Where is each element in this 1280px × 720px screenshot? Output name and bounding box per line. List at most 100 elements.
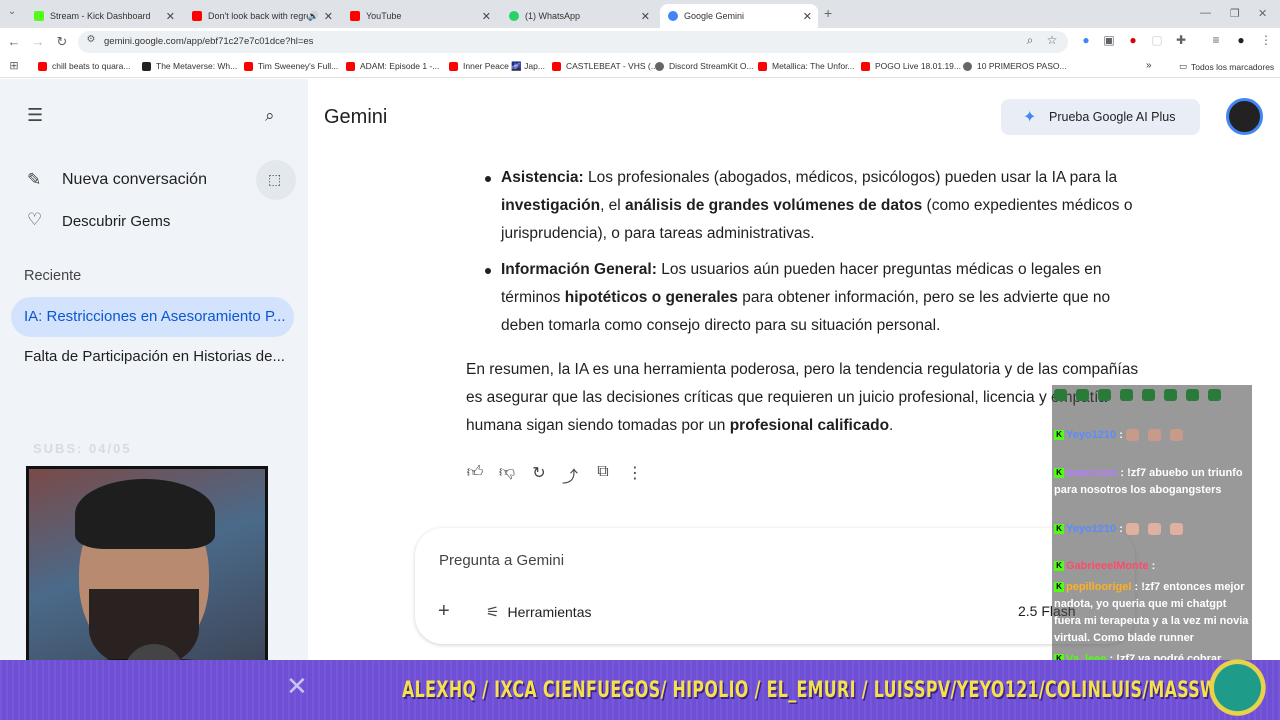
response-bullet-line: Asistencia: Los profesionales (abogados,… — [501, 164, 1117, 192]
url-text[interactable]: gemini.google.com/app/ebf71c27e7c01dce?h… — [104, 36, 313, 47]
bookmark-label: Discord StreamKit O... — [669, 61, 754, 71]
media-controls-icon[interactable]: ≡ — [1208, 33, 1224, 47]
tab-kick-dashboard[interactable]: Stream - Kick Dashboard ✕ — [26, 4, 181, 28]
bookmark-item[interactable]: The Metaverse: Wh... — [142, 61, 237, 71]
bookmark-star-icon[interactable]: ☆ — [1044, 33, 1060, 47]
bookmark-favicon-icon — [142, 61, 151, 71]
gem-icon[interactable]: ♡ — [27, 210, 42, 230]
bookmark-item[interactable]: chill beats to quara... — [38, 61, 130, 71]
tab-youtube-music[interactable]: Don't look back with regret 🔊 ✕ — [184, 4, 339, 28]
close-window-icon[interactable]: ✕ — [1258, 7, 1267, 20]
audio-playing-icon[interactable]: 🔊 — [308, 11, 319, 22]
recent-chat-label[interactable]: IA: Restricciones en Asesoramiento P... — [24, 308, 286, 325]
reload-icon[interactable]: ↻ — [54, 34, 70, 50]
summary-line: En resumen, la IA es una herramienta pod… — [466, 361, 1139, 378]
youtube-icon — [38, 61, 47, 71]
chat-username: maocruzv — [1066, 467, 1118, 479]
thumbs-up-icon[interactable]: 👍︎ — [466, 463, 484, 482]
restore-icon[interactable]: ❐ — [1230, 7, 1240, 20]
emote-icon — [1169, 523, 1183, 536]
bookmark-item[interactable]: Tim Sweeney's Full... — [244, 61, 338, 71]
text: , el — [600, 197, 626, 214]
share-icon[interactable]: ⤴ — [561, 463, 579, 487]
chat-message: Kmaocruzv : !zf7 abuebo un triunfo para … — [1054, 465, 1250, 499]
bold-text: profesional calificado — [729, 417, 890, 434]
emote-icon — [1120, 389, 1133, 402]
response-bullet-line: jurisprudencia), o para tareas administr… — [501, 225, 815, 242]
apps-grid-icon[interactable]: ⊞ — [6, 59, 22, 72]
extension-icon[interactable]: ● — [1125, 33, 1141, 47]
kick-badge-icon: K — [1054, 524, 1064, 535]
extension-icon[interactable]: ● — [1078, 33, 1094, 47]
response-bullet-line: Información General: Los usuarios aún pu… — [501, 256, 1102, 284]
browser-tab-strip: ⌄ Stream - Kick Dashboard ✕ Don't look b… — [0, 0, 1280, 28]
stream-chat-overlay: K Yeyo1210 : Kmaocruzv : !zf7 abuebo un t… — [1052, 385, 1252, 675]
prompt-input-box[interactable] — [415, 528, 1135, 644]
kick-badge-icon: K — [1054, 582, 1064, 593]
bold-text: análisis de grandes volúmenes de datos — [625, 197, 923, 214]
new-tab-icon[interactable]: + — [824, 5, 832, 21]
back-icon[interactable]: ← — [6, 34, 22, 49]
tools-button[interactable]: ⚟ Herramientas — [486, 603, 591, 621]
kick-badge-icon: K — [1054, 468, 1064, 479]
close-tab-icon[interactable]: ✕ — [641, 10, 650, 23]
bookmark-item[interactable]: Inner Peace 🌌 Jap... — [449, 61, 545, 72]
close-tab-icon[interactable]: ✕ — [482, 10, 491, 23]
bold-text: investigación — [501, 197, 601, 214]
recent-chat-label[interactable]: Falta de Participación en Historias de..… — [24, 348, 285, 365]
bookmark-label: 10 PRIMEROS PASO... — [977, 61, 1067, 71]
bookmark-item[interactable]: CASTLEBEAT - VHS (... — [552, 61, 658, 71]
chat-message: K GabrieeelMonte : — [1054, 558, 1250, 575]
discover-gems-link[interactable]: Descubrir Gems — [62, 213, 170, 230]
bookmark-item[interactable]: Metallica: The Unfor... — [758, 61, 855, 71]
bookmark-item[interactable]: ADAM: Episode 1 -... — [346, 61, 439, 71]
close-tab-icon[interactable]: ✕ — [803, 10, 812, 23]
upgrade-button[interactable]: ✦ Prueba Google AI Plus — [1001, 99, 1200, 135]
extensions-puzzle-icon[interactable]: ✚ — [1173, 33, 1189, 47]
globe-icon — [963, 61, 972, 71]
bookmark-item[interactable]: POGO Live 18.01.19... — [861, 61, 961, 71]
avatar[interactable] — [1226, 98, 1263, 135]
tab-youtube[interactable]: YouTube ✕ — [342, 4, 497, 28]
bookmark-label: Inner Peace 🌌 Jap... — [463, 61, 545, 71]
bookmark-item[interactable]: 10 PRIMEROS PASO... — [963, 61, 1067, 71]
bookmark-label: The Metaverse: Wh... — [156, 61, 238, 71]
new-chat-button[interactable]: Nueva conversación — [62, 171, 207, 189]
forward-icon[interactable]: → — [30, 34, 46, 49]
extension-icon[interactable]: ▢ — [1149, 33, 1165, 47]
menu-dots-icon[interactable]: ⋮ — [1258, 33, 1274, 47]
edit-icon[interactable]: ✎ — [27, 170, 41, 190]
search-icon[interactable]: ⌕ — [265, 106, 275, 126]
youtube-icon — [758, 61, 767, 71]
bookmark-item[interactable]: Discord StreamKit O... — [655, 61, 754, 71]
copy-icon[interactable]: ⧉ — [594, 463, 612, 481]
more-options-icon[interactable]: ⋮ — [626, 463, 644, 483]
sparkle-icon: ✦ — [1023, 109, 1037, 126]
tab-google-gemini[interactable]: Google Gemini ✕ — [660, 4, 818, 28]
close-tab-icon[interactable]: ✕ — [166, 10, 175, 23]
chat-text: : — [1119, 523, 1123, 535]
add-attachment-icon[interactable]: + — [438, 600, 450, 623]
text: . — [889, 417, 894, 434]
site-info-icon[interactable]: ⚙ — [83, 34, 99, 45]
upgrade-label: Prueba Google AI Plus — [1049, 110, 1176, 124]
text: Los profesionales (abogados, médicos, ps… — [583, 169, 1118, 186]
more-bookmarks-icon[interactable]: » — [1146, 60, 1152, 71]
tab-search-icon[interactable]: ⌄ — [4, 6, 20, 17]
bookmarks-bar: ⊞ chill beats to quara... The Metaverse:… — [0, 56, 1280, 78]
bookmark-label: chill beats to quara... — [52, 61, 131, 71]
prompt-input[interactable]: Pregunta a Gemini — [439, 552, 564, 569]
minimize-icon[interactable]: — — [1200, 7, 1211, 19]
regenerate-icon[interactable]: ↻ — [530, 463, 548, 483]
extension-icon[interactable]: ▣ — [1101, 33, 1117, 47]
zoom-icon[interactable]: ⌕ — [1022, 33, 1038, 48]
all-bookmarks-folder[interactable]: ▭ Todos los marcadores — [1179, 61, 1274, 72]
streamer-hair — [75, 479, 215, 549]
chat-message: K Yeyo1210 : — [1054, 427, 1250, 444]
profile-icon[interactable]: ● — [1233, 33, 1249, 47]
thumbs-down-icon[interactable]: 👎︎ — [498, 463, 516, 482]
subs-counter: SUBS: 04/05 — [33, 441, 132, 456]
close-tab-icon[interactable]: ✕ — [324, 10, 333, 23]
hamburger-menu-icon[interactable]: ☰ — [27, 105, 43, 126]
tab-whatsapp[interactable]: (1) WhatsApp ✕ — [501, 4, 656, 28]
